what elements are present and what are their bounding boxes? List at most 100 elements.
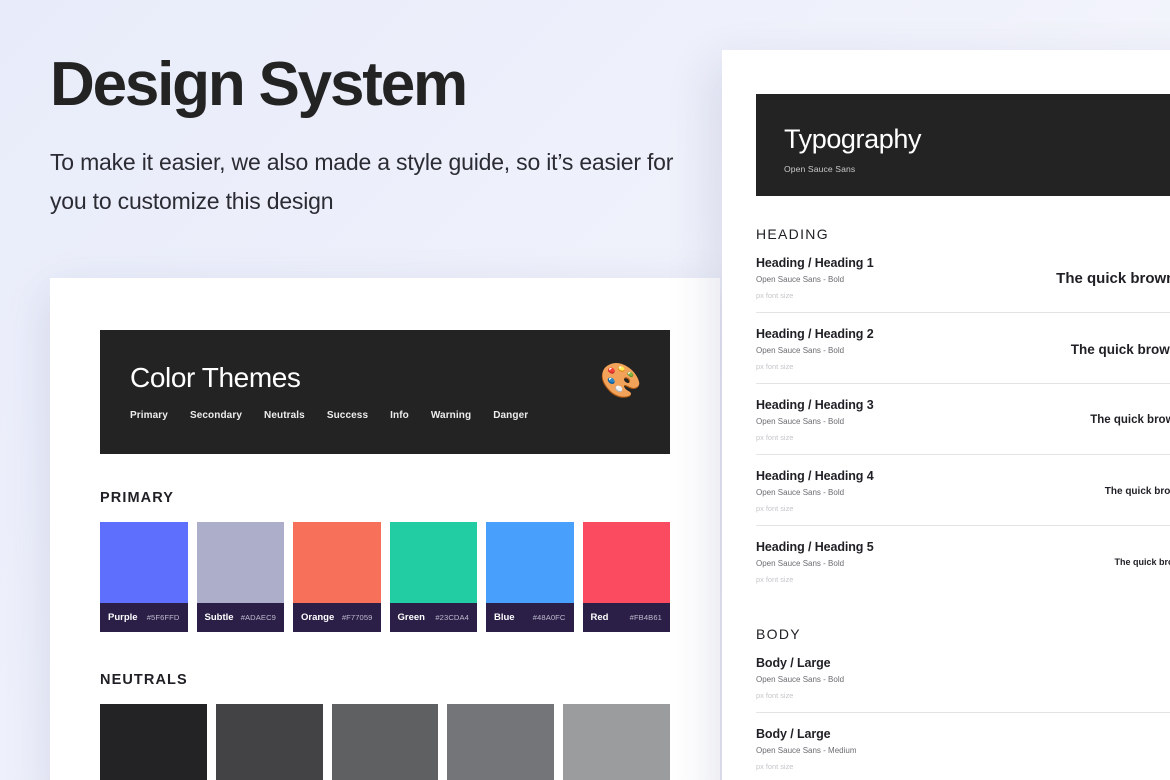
color-themes-card: Color Themes Primary Secondary Neutrals Suc…	[50, 278, 720, 780]
swatch-meta: Orange #F77059	[293, 603, 381, 632]
swatch-name: Orange	[301, 612, 334, 623]
color-swatch-green[interactable]: Green#23CDA4	[390, 522, 478, 632]
type-row-info: Body / Large Open Sauce Sans - Bold px fon…	[756, 656, 844, 700]
color-themes-banner: Color Themes Primary Secondary Neutrals Suc…	[100, 330, 670, 454]
swatch-hex: #F77059	[342, 613, 373, 622]
neutrals-swatch-row	[100, 704, 670, 780]
color-nav-item-info[interactable]: Info	[390, 410, 409, 421]
typography-banner: Typography Open Sauce Sans	[756, 94, 1170, 196]
type-row-sample: The quick brown fox	[1036, 270, 1170, 287]
swatch-name: Green	[398, 612, 425, 623]
type-row-info: Heading / Heading 3 Open Sauce Sans - Bol…	[756, 398, 874, 442]
neutral-swatch-1[interactable]	[100, 704, 207, 780]
color-swatch-subtle[interactable]: Subtle #ADAEC9	[197, 522, 285, 632]
color-nav-item-warning[interactable]: Warning	[431, 410, 471, 421]
typography-title: Typography	[784, 124, 1170, 155]
color-nav-item-success[interactable]: Success	[327, 410, 368, 421]
swatch-color-fill	[293, 522, 381, 603]
type-row-name: Body / Large	[756, 727, 857, 741]
swatch-meta: Subtle #ADAEC9	[197, 603, 285, 632]
type-row-name: Body / Large	[756, 656, 844, 670]
type-row-size: px font size	[756, 575, 874, 584]
type-row-font: Open Sauce Sans - Bold	[756, 346, 874, 355]
color-swatch-orange[interactable]: Orange #F77059	[293, 522, 381, 632]
swatch-meta: Purple #5F6FFD	[100, 603, 188, 632]
color-themes-nav: Primary Secondary Neutrals Success Info Warni…	[130, 410, 640, 421]
type-row-name: Heading / Heading 2	[756, 327, 874, 341]
typography-subtitle: Open Sauce Sans	[784, 164, 1170, 174]
swatch-name: Red	[591, 612, 609, 623]
palette-icon: 🎨	[600, 364, 642, 398]
intro-block: Design System To make it easier, we also…	[50, 52, 710, 220]
neutral-swatch-2[interactable]	[216, 704, 323, 780]
color-swatch-red[interactable]: Red #FB4B61	[583, 522, 671, 632]
type-row-font: Open Sauce Sans - Bold	[756, 488, 874, 497]
body-row-list: Body / Large Open Sauce Sans - Bold px fon…	[756, 642, 1170, 780]
color-swatch-purple[interactable]: Purple #5F6FFD	[100, 522, 188, 632]
swatch-hex: #5F6FFD	[147, 613, 180, 622]
primary-swatch-row: Purple #5F6FFD Subtle #ADAEC9 Orange #F77059 G…	[100, 522, 670, 632]
neutral-swatch-3[interactable]	[332, 704, 439, 780]
neutral-swatch-4[interactable]	[447, 704, 554, 780]
type-row-font: Open Sauce Sans - Bold	[756, 417, 874, 426]
type-row: Heading / Heading 2 Open Sauce Sans - Bol…	[756, 313, 1170, 384]
swatch-color-fill	[197, 522, 285, 603]
swatch-meta: Blue #48A0FC	[486, 603, 574, 632]
type-row-size: px font size	[756, 504, 874, 513]
type-row-size: px font size	[756, 362, 874, 371]
type-row-size: px font size	[756, 433, 874, 442]
page-subtitle: To make it easier, we also made a style …	[50, 143, 710, 220]
type-row-size: px font size	[756, 691, 844, 700]
color-nav-item-secondary[interactable]: Secondary	[190, 410, 242, 421]
heading-row-list: Heading / Heading 1 Open Sauce Sans - Bol…	[756, 242, 1170, 596]
color-nav-item-primary[interactable]: Primary	[130, 410, 168, 421]
type-row-size: px font size	[756, 762, 857, 771]
neutral-swatch-5[interactable]	[563, 704, 670, 780]
type-row: Body / Large Open Sauce Sans - Medium px f…	[756, 713, 1170, 780]
swatch-meta: Red #FB4B61	[583, 603, 671, 632]
type-row: Heading / Heading 5 Open Sauce Sans - Bol…	[756, 526, 1170, 596]
type-row-info: Heading / Heading 4 Open Sauce Sans - Bol…	[756, 469, 874, 513]
type-row-name: Heading / Heading 1	[756, 256, 874, 270]
type-row-info: Heading / Heading 1 Open Sauce Sans - Bol…	[756, 256, 874, 300]
type-row-sample: The quick brown fox	[1085, 486, 1170, 497]
swatch-color-fill	[583, 522, 671, 603]
swatch-name: Blue	[494, 612, 515, 623]
type-row-info: Body / Large Open Sauce Sans - Medium px f…	[756, 727, 857, 771]
type-row: Body / Large Open Sauce Sans - Bold px fon…	[756, 642, 1170, 713]
swatch-hex: #FB4B61	[630, 613, 662, 622]
type-row-name: Heading / Heading 4	[756, 469, 874, 483]
body-section-label: BODY	[756, 626, 1170, 642]
typography-body: HEADING Heading / Heading 1 Open Sauce Sa…	[722, 226, 1170, 780]
type-row-sample: The quick brown fox	[1094, 557, 1170, 567]
page-title: Design System	[50, 52, 710, 117]
swatch-hex: #ADAEC9	[241, 613, 276, 622]
swatch-hex: #48A0FC	[533, 613, 566, 622]
color-nav-item-danger[interactable]: Danger	[493, 410, 528, 421]
type-row-sample: The quick brown fox	[1070, 414, 1170, 426]
type-row-sample: The quick brown fox	[1051, 342, 1170, 357]
primary-section-label: PRIMARY	[100, 490, 670, 506]
heading-section-label: HEADING	[756, 226, 1170, 242]
swatch-color-fill	[486, 522, 574, 603]
swatch-meta: Green#23CDA4	[390, 603, 478, 632]
type-row-name: Heading / Heading 5	[756, 540, 874, 554]
type-row-size: px font size	[756, 291, 874, 300]
color-swatch-blue[interactable]: Blue #48A0FC	[486, 522, 574, 632]
type-row: Heading / Heading 1 Open Sauce Sans - Bol…	[756, 242, 1170, 313]
neutrals-section-label: NEUTRALS	[100, 672, 670, 688]
swatch-name: Purple	[108, 612, 138, 623]
swatch-color-fill	[100, 522, 188, 603]
type-row-name: Heading / Heading 3	[756, 398, 874, 412]
type-row-font: Open Sauce Sans - Bold	[756, 275, 874, 284]
type-row-info: Heading / Heading 5 Open Sauce Sans - Bol…	[756, 540, 874, 584]
typography-card: Typography Open Sauce Sans HEADING Headi…	[722, 50, 1170, 780]
type-row: Heading / Heading 3 Open Sauce Sans - Bol…	[756, 384, 1170, 455]
type-row-font: Open Sauce Sans - Bold	[756, 559, 874, 568]
swatch-name: Subtle	[205, 612, 234, 623]
color-nav-item-neutrals[interactable]: Neutrals	[264, 410, 305, 421]
type-row-info: Heading / Heading 2 Open Sauce Sans - Bol…	[756, 327, 874, 371]
type-row-font: Open Sauce Sans - Medium	[756, 746, 857, 755]
color-themes-title: Color Themes	[130, 362, 640, 394]
type-row-font: Open Sauce Sans - Bold	[756, 675, 844, 684]
